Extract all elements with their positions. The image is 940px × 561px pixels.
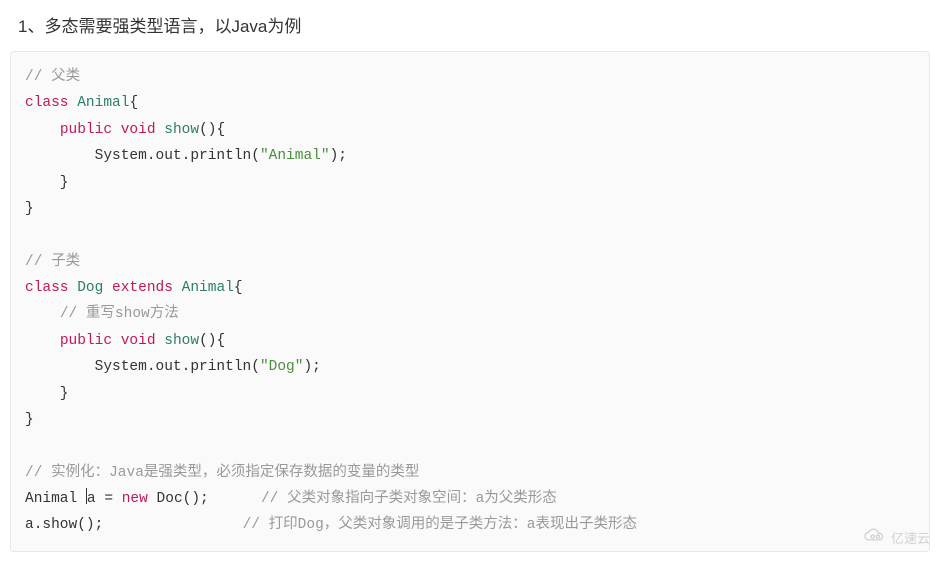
kw-void: void [121, 333, 156, 349]
code-block: // 父类 class Animal{ public void show(){ … [10, 51, 930, 552]
brace: { [234, 280, 243, 296]
kw-public: public [60, 333, 112, 349]
inst-doc: Doc(); [148, 491, 209, 507]
paren: (){ [199, 333, 225, 349]
print-suffix: ); [303, 359, 320, 375]
brace: } [25, 386, 69, 402]
fn-show: show [164, 333, 199, 349]
cloud-icon [861, 528, 887, 547]
watermark-text: 亿速云 [891, 528, 930, 547]
kw-void: void [121, 122, 156, 138]
call-show: a.show(); [25, 517, 103, 533]
comment-line1: // 父类对象指向子类对象空间：a为父类形态 [261, 491, 557, 507]
inst-var: a [87, 491, 96, 507]
class-name-animal: Animal [77, 95, 129, 111]
pad [209, 491, 261, 507]
comment-line2: // 打印Dog，父类对象调用的是子类方法：a表现出子类形态 [243, 517, 637, 533]
comment-override: // 重写show方法 [60, 306, 179, 322]
class-name-dog: Dog [77, 280, 103, 296]
string-animal: "Animal" [260, 148, 330, 164]
class-name-animal: Animal [182, 280, 234, 296]
brace: } [25, 201, 34, 217]
kw-class: class [25, 95, 69, 111]
brace: } [25, 175, 69, 191]
inst-eq: = [96, 491, 122, 507]
kw-extends: extends [112, 280, 173, 296]
fn-show: show [164, 122, 199, 138]
comment-child: // 子类 [25, 254, 80, 270]
paren: (){ [199, 122, 225, 138]
watermark: 亿速云 [861, 528, 930, 547]
comment-instantiate: // 实例化：Java是强类型，必须指定保存数据的变量的类型 [25, 465, 419, 481]
kw-class: class [25, 280, 69, 296]
pad [103, 517, 242, 533]
comment-parent: // 父类 [25, 69, 80, 85]
brace: } [25, 412, 34, 428]
print-prefix: System.out.println( [25, 359, 260, 375]
print-suffix: ); [330, 148, 347, 164]
kw-new: new [122, 491, 148, 507]
section-heading: 1、多态需要强类型语言，以Java为例 [0, 0, 940, 51]
brace: { [129, 95, 138, 111]
inst-type: Animal [25, 491, 86, 507]
print-prefix: System.out.println( [25, 148, 260, 164]
kw-public: public [60, 122, 112, 138]
string-dog: "Dog" [260, 359, 304, 375]
